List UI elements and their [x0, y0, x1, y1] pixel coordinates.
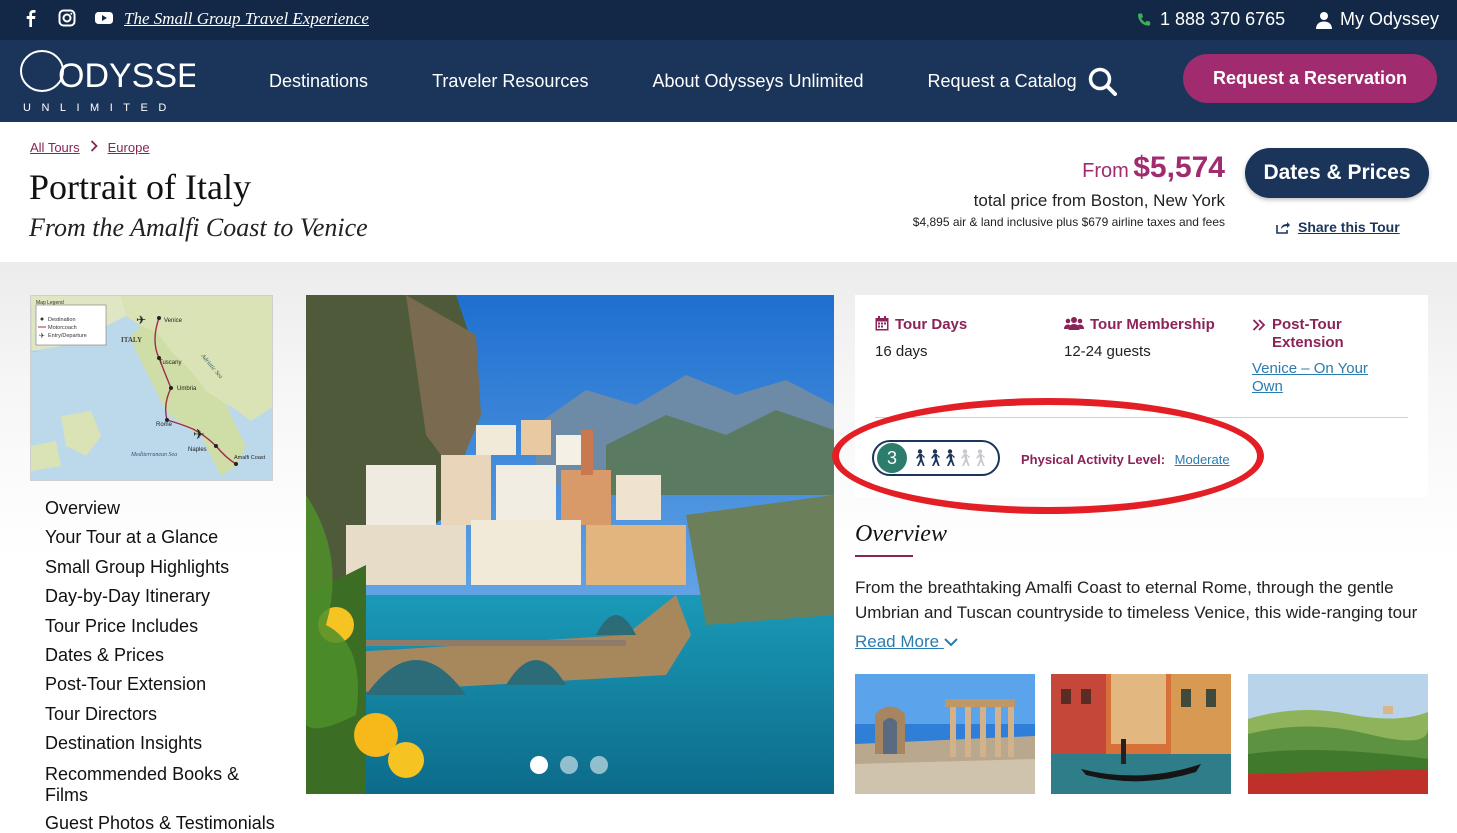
map-plane-icon: ✈	[193, 426, 205, 442]
nav-links: Destinations Traveler Resources About Od…	[269, 71, 1141, 92]
tour-days-label: Tour Days	[895, 316, 968, 333]
map-label-mediterranean: Mediterranean Sea	[130, 452, 177, 458]
map-label-venice: Venice	[164, 318, 183, 324]
sidenav-books-films[interactable]: Recommended Books & Films	[45, 764, 275, 806]
nav-traveler-resources[interactable]: Traveler Resources	[432, 71, 588, 92]
social-links	[22, 9, 113, 27]
price-amount: $5,574	[1133, 151, 1225, 184]
tour-map[interactable]: Map Legend Destination Motorcoach ✈ Entr…	[30, 295, 273, 481]
sidenav-destination-insights[interactable]: Destination Insights	[45, 729, 275, 758]
phone-number: 1 888 370 6765	[1160, 9, 1286, 29]
request-reservation-button[interactable]: Request a Reservation	[1183, 54, 1437, 103]
logo-text: ODYSSEYS	[58, 57, 195, 95]
instagram-icon[interactable]	[58, 9, 76, 27]
carousel-dots	[530, 756, 608, 774]
top-bar: The Small Group Travel Experience 1 888 …	[0, 0, 1457, 40]
map-label-italy: ITALY	[121, 336, 142, 344]
sidenav-price-includes[interactable]: Tour Price Includes	[45, 612, 275, 641]
map-plane-icon: ✈	[136, 313, 146, 327]
page-subtitle: From the Amalfi Coast to Venice	[29, 213, 368, 242]
read-more-label: Read More	[855, 632, 940, 651]
tour-membership-block: Tour Membership 12-24 guests	[1064, 316, 1215, 360]
overview-title: Overview	[855, 521, 947, 547]
map-label-naples: Naples	[188, 447, 207, 453]
phone-link[interactable]: 1 888 370 6765	[1136, 9, 1285, 30]
price-from-label: From	[1082, 160, 1129, 182]
page-title: Portrait of Italy	[29, 167, 251, 207]
double-chevron-right-icon	[1252, 319, 1266, 331]
post-tour-label: Post-Tour Extension	[1272, 316, 1344, 351]
sidenav-dates-prices[interactable]: Dates & Prices	[45, 641, 275, 670]
carousel-dot[interactable]	[560, 756, 578, 774]
phone-icon	[1138, 13, 1151, 26]
tour-days-block: Tour Days 16 days	[875, 316, 967, 360]
group-icon	[1064, 317, 1084, 330]
carousel-dot[interactable]	[530, 756, 548, 774]
overview-underline	[855, 555, 913, 557]
map-legend-motorcoach: Motorcoach	[48, 325, 77, 331]
share-tour-link[interactable]: Share this Tour	[1276, 219, 1400, 235]
thumbnail-venice-canal[interactable]	[1051, 674, 1231, 794]
share-tour-label: Share this Tour	[1298, 219, 1400, 235]
breadcrumb-all-tours[interactable]: All Tours	[30, 140, 80, 155]
youtube-icon[interactable]	[94, 9, 113, 27]
calendar-icon	[875, 316, 889, 331]
map-legend-title: Map Legend	[36, 300, 64, 306]
my-odyssey-label: My Odyssey	[1340, 9, 1440, 29]
tour-membership-label: Tour Membership	[1090, 316, 1215, 333]
post-tour-venice-link[interactable]: Venice – On Your Own	[1252, 360, 1382, 396]
hero-image-amalfi[interactable]	[306, 295, 834, 794]
main-nav: ODYSSEYS UNLIMITED Destinations Traveler…	[0, 40, 1457, 122]
tour-days-value: 16 days	[875, 343, 928, 360]
price-fineprint: $4,895 air & land inclusive plus $679 ai…	[912, 215, 1225, 229]
breadcrumb: All Tours Europe	[30, 139, 150, 155]
map-legend-destination: Destination	[48, 317, 76, 323]
overview-text: From the breathtaking Amalfi Coast to et…	[855, 578, 1418, 622]
highlight-annotation-ellipse	[832, 398, 1264, 514]
price-block: From $5,574 total price from Boston, New…	[913, 151, 1225, 229]
sidenav-post-tour[interactable]: Post-Tour Extension	[45, 670, 275, 699]
chevron-down-icon	[944, 638, 958, 647]
sidenav-tour-directors[interactable]: Tour Directors	[45, 700, 275, 729]
post-tour-block: Post-Tour Extension Venice – On Your Own	[1252, 316, 1382, 396]
tour-membership-value: 12-24 guests	[1064, 343, 1151, 360]
sidenav-highlights[interactable]: Small Group Highlights	[45, 553, 275, 582]
tour-section-nav: Overview Your Tour at a Glance Small Gro…	[45, 494, 275, 833]
user-icon	[1316, 11, 1332, 29]
nav-about[interactable]: About Odysseys Unlimited	[652, 71, 863, 92]
price-subtext: total price from Boston, New York	[973, 191, 1225, 210]
logo[interactable]: ODYSSEYS UNLIMITED	[20, 48, 245, 114]
thumbnail-tuscany[interactable]	[1248, 674, 1428, 794]
nav-request-catalog[interactable]: Request a Catalog	[928, 71, 1077, 92]
dates-prices-button[interactable]: Dates & Prices	[1245, 148, 1429, 198]
share-icon	[1276, 221, 1290, 234]
tagline-link[interactable]: The Small Group Travel Experience	[124, 9, 369, 29]
map-label-umbria: Umbria	[177, 386, 197, 392]
map-label-amalfi: Amalfi Coast	[234, 455, 266, 461]
map-legend-entry: Entry/Departure	[48, 333, 87, 339]
nav-destinations[interactable]: Destinations	[269, 71, 368, 92]
sidenav-tour-at-a-glance[interactable]: Your Tour at a Glance	[45, 523, 275, 552]
carousel-dot[interactable]	[590, 756, 608, 774]
chevron-right-icon	[90, 139, 98, 155]
my-odyssey-link[interactable]: My Odyssey	[1316, 9, 1439, 30]
logo-subtext: UNLIMITED	[23, 102, 177, 114]
facebook-icon[interactable]	[22, 9, 40, 27]
read-more-link[interactable]: Read More	[855, 632, 958, 652]
sidenav-overview[interactable]: Overview	[45, 494, 275, 523]
breadcrumb-europe[interactable]: Europe	[108, 140, 150, 155]
thumbnail-pompeii[interactable]	[855, 674, 1035, 794]
sidenav-guest-photos[interactable]: Guest Photos & Testimonials	[45, 809, 275, 833]
map-label-tuscany: Tuscany	[159, 360, 181, 366]
sidenav-itinerary[interactable]: Day-by-Day Itinerary	[45, 582, 275, 611]
search-icon[interactable]	[1087, 66, 1119, 98]
map-label-rome: Rome	[156, 422, 173, 428]
plane-icon: ✈	[39, 333, 45, 340]
